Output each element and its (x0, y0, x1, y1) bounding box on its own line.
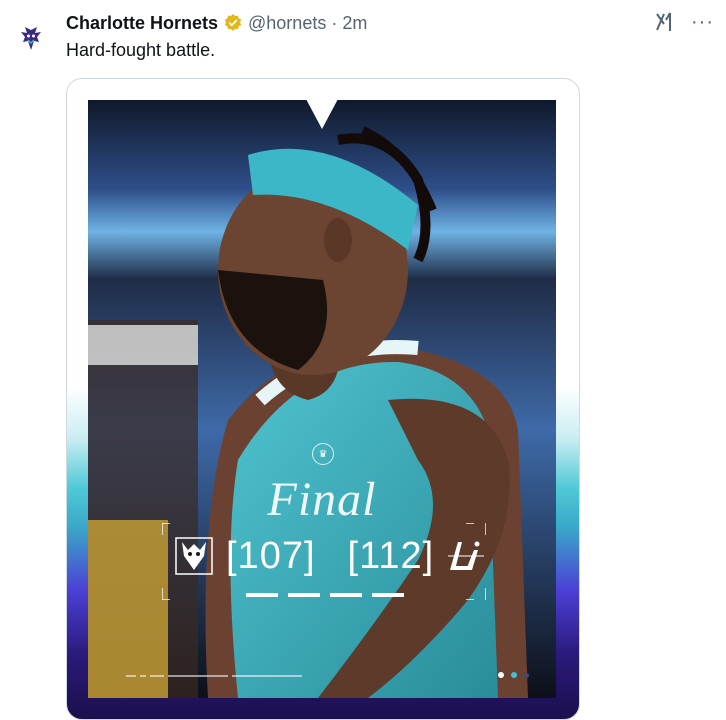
frame-tick (466, 599, 474, 600)
separator: · (331, 12, 338, 33)
carousel-indicator[interactable] (498, 672, 529, 678)
frame-corner (473, 588, 486, 600)
player-image (88, 100, 556, 698)
fine-print (126, 672, 302, 680)
dash (288, 593, 320, 597)
dash (330, 593, 362, 597)
fine-print-mark (168, 675, 228, 677)
away-score: [112] (347, 534, 435, 577)
carousel-dot[interactable] (498, 672, 504, 678)
grok-icon[interactable] (653, 10, 677, 34)
tweet-header: Charlotte Hornets @hornets · 2m (66, 12, 367, 34)
author-name[interactable]: Charlotte Hornets (66, 13, 218, 34)
frame-tick (162, 523, 170, 524)
carousel-dot[interactable] (511, 672, 517, 678)
tweet-media[interactable]: ♛ Final [107] [112] (66, 78, 580, 720)
hornets-mini-logo-icon: ♛ (312, 443, 334, 465)
fine-print-mark (150, 675, 164, 677)
carousel-dot[interactable] (524, 672, 529, 678)
timestamp[interactable]: 2m (342, 13, 367, 34)
hornets-logo-icon (21, 27, 41, 50)
dash (246, 593, 278, 597)
hornets-logo-icon (175, 537, 213, 575)
frame-tick (466, 523, 474, 524)
frame-tick (162, 599, 170, 600)
photo-notch (306, 100, 338, 129)
verified-badge-icon (223, 13, 243, 33)
fine-print-mark (232, 675, 302, 677)
more-icon[interactable]: ··· (691, 10, 714, 34)
tweet-text: Hard-fought battle. (66, 40, 216, 60)
fine-print-mark (126, 675, 136, 677)
lakers-logo-icon (448, 541, 485, 570)
dash (372, 593, 404, 597)
tweet-actions-top: ··· (653, 10, 714, 34)
player-photo: ♛ Final [107] [112] (88, 100, 556, 698)
final-label: Final (267, 473, 377, 526)
score-row: [107] [112] (172, 532, 488, 580)
fine-print-mark (140, 675, 146, 677)
progress-dashes (246, 593, 404, 597)
author-handle[interactable]: @hornets (248, 13, 326, 34)
avatar[interactable] (14, 22, 48, 56)
home-score: [107] (226, 534, 316, 577)
